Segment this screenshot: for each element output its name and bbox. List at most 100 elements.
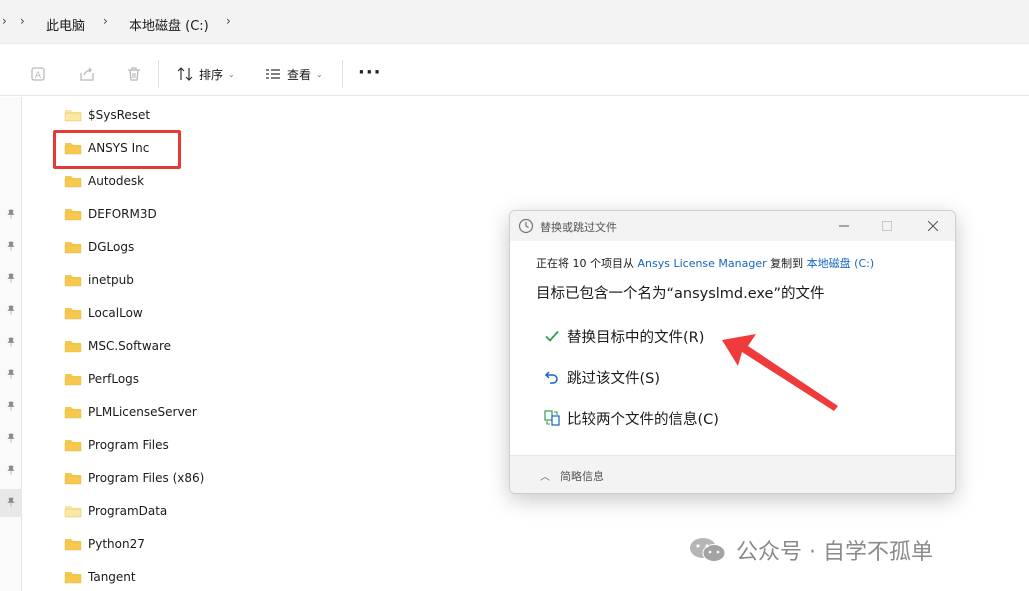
file-name: Program Files [88,438,169,452]
sort-button[interactable]: 排序 ⌄ [177,65,235,83]
svg-text:A: A [35,71,42,81]
pin-icon[interactable] [5,336,17,348]
file-row[interactable]: MSC.Software [64,333,364,359]
file-row[interactable]: inetpub [64,267,364,293]
folder-icon [64,471,82,485]
toolbar-divider [158,60,159,88]
more-options-button[interactable]: ··· [358,62,382,83]
view-button[interactable]: 查看 ⌄ [265,65,323,83]
command-bar: A 排序 ⌄ 查看 ⌄ [0,52,1029,96]
skip-option[interactable]: 跳过该文件(S) [543,365,660,389]
file-name: ProgramData [88,504,168,518]
pin-icon[interactable] [5,272,17,284]
dialog-footer: ︿ 简略信息 [510,455,955,493]
file-name: DEFORM3D [88,207,157,221]
file-name: MSC.Software [88,339,172,353]
file-name: Autodesk [88,174,145,188]
pin-icon[interactable] [5,400,17,412]
folder-icon [64,207,82,221]
pin-icon[interactable] [5,432,17,444]
pin-icon[interactable] [5,304,17,316]
minimize-icon [839,225,849,227]
folder-icon [64,438,82,452]
chevron-up-icon[interactable]: ︿ [540,468,550,483]
view-icon [266,69,280,79]
file-name: PLMLicenseServer [88,405,197,419]
address-bar[interactable]: › › 此电脑 › 本地磁盘 (C:) › [0,0,1029,44]
compare-option[interactable]: 比较两个文件的信息(C) [543,406,719,430]
folder-icon [64,504,82,518]
folder-icon [64,273,82,287]
folder-icon [64,339,82,353]
file-row[interactable]: Tangent [64,564,364,590]
folder-icon [64,372,82,386]
copy-text-mid: 复制到 [766,257,807,270]
folder-icon [64,108,82,122]
folder-icon [64,174,82,188]
folder-icon [64,570,82,584]
share-icon[interactable] [77,64,97,84]
maximize-button [873,216,901,236]
sort-label: 排序 [199,67,224,82]
source-link[interactable]: Ansys License Manager [638,257,767,270]
close-icon [928,221,938,231]
maximize-icon [882,221,892,231]
destination-link[interactable]: 本地磁盘 (C:) [807,257,874,270]
folder-icon [64,306,82,320]
dialog-titlebar: 替换或跳过文件 [510,211,955,241]
file-row[interactable]: $SysReset [64,102,364,128]
file-row[interactable]: Autodesk [64,168,364,194]
pin-icon[interactable] [5,368,17,380]
file-row[interactable]: LocalLow [64,300,364,326]
file-row[interactable]: PerfLogs [64,366,364,392]
folder-icon [64,240,82,254]
file-row[interactable]: Python27 [64,531,364,557]
folder-icon [64,537,82,551]
breadcrumb-separator: › [20,14,25,28]
replace-option-label: 替换目标中的文件(R) [567,329,705,346]
chevron-down-icon: ⌄ [228,69,235,79]
file-row[interactable]: Program Files [64,432,364,458]
pin-icon[interactable] [5,240,17,252]
breadcrumb-separator[interactable]: › [226,14,231,28]
breadcrumb-this-pc[interactable]: 此电脑 [46,15,85,34]
view-label: 查看 [287,67,312,82]
conflict-message: 目标已包含一个名为“ansyslmd.exe”的文件 [536,286,825,302]
breadcrumb-local-disk[interactable]: 本地磁盘 (C:) [129,15,209,34]
annotation-arrow-icon [722,334,838,411]
file-row[interactable]: DEFORM3D [64,201,364,227]
file-name: Python27 [88,537,145,551]
checkmark-icon [543,327,561,345]
chevron-down-icon: ⌄ [316,69,323,79]
copy-progress-text: 正在将 10 个项目从 Ansys License Manager 复制到 本地… [536,255,874,271]
file-row[interactable]: Program Files (x86) [64,465,364,491]
file-name: Program Files (x86) [88,471,205,485]
file-row[interactable]: PLMLicenseServer [64,399,364,425]
file-name: PerfLogs [88,372,140,386]
folder-icon [64,405,82,419]
annotation-highlight-box [53,130,181,169]
rename-icon[interactable]: A [28,64,48,84]
file-name: DGLogs [88,240,135,254]
breadcrumb-separator: › [2,14,7,28]
replace-option[interactable]: 替换目标中的文件(R) [543,324,704,348]
copy-text-prefix: 正在将 10 个项目从 [536,257,638,270]
toolbar-divider [342,60,343,88]
minimize-button[interactable] [830,216,858,236]
pin-icon[interactable] [5,496,17,508]
close-button[interactable] [919,216,947,236]
skip-option-label: 跳过该文件(S) [567,370,661,387]
delete-icon[interactable] [124,64,144,84]
watermark-text: 公众号 · 自学不孤单 [736,540,933,565]
file-name: $SysReset [88,108,151,122]
file-row[interactable]: ProgramData [64,498,364,524]
clock-icon [518,218,534,234]
sort-icon [177,67,193,81]
file-name: Tangent [88,570,136,584]
pin-icon[interactable] [5,208,17,220]
pin-icon[interactable] [5,464,17,476]
wechat-icon [688,535,728,565]
watermark: 公众号 · 自学不孤单 [688,533,933,567]
less-details-button[interactable]: 简略信息 [560,468,604,484]
file-row[interactable]: DGLogs [64,234,364,260]
